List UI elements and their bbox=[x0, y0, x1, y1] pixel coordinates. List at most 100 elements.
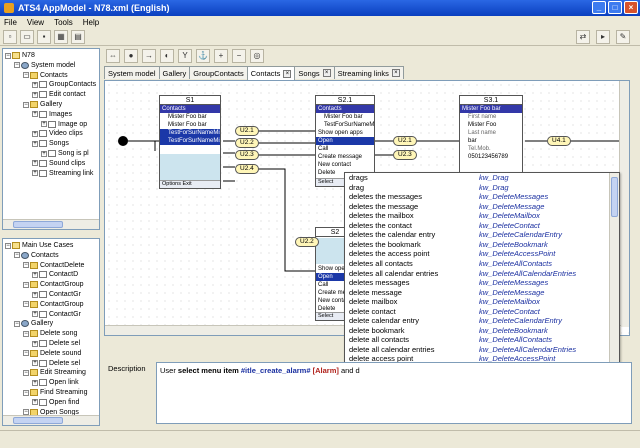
model-tree-hscroll[interactable] bbox=[3, 219, 99, 229]
transition-label[interactable]: U4.1 bbox=[547, 136, 571, 146]
expand-icon[interactable]: + bbox=[32, 130, 38, 137]
usecase_tree-item[interactable]: + Delete sel bbox=[32, 339, 80, 348]
transition-tool-icon[interactable]: → bbox=[142, 49, 156, 63]
autocomplete-item[interactable]: delete message kw_DeleteMessage bbox=[345, 288, 611, 298]
tab-close-icon[interactable]: × bbox=[322, 69, 331, 77]
zoom-out-icon[interactable]: − bbox=[232, 49, 246, 63]
usecase-tree-hscroll[interactable] bbox=[3, 415, 99, 425]
expand-icon[interactable]: − bbox=[23, 301, 29, 308]
expand-icon[interactable]: + bbox=[32, 271, 38, 278]
usecase_tree-item[interactable]: − Edit Streaming bbox=[23, 368, 86, 377]
expand-icon[interactable]: + bbox=[41, 121, 47, 128]
model_tree-item[interactable]: + GroupContacts bbox=[32, 80, 96, 89]
usecase_tree-item[interactable]: + ContactGr bbox=[32, 290, 81, 299]
model_tree-item[interactable]: − System model bbox=[14, 61, 75, 70]
model_tree-item[interactable]: + Edit contact bbox=[32, 90, 86, 99]
usecase_tree-item[interactable]: − ContactGroup bbox=[23, 280, 84, 289]
transition-label[interactable]: U2.1 bbox=[393, 136, 417, 146]
new-file-icon[interactable]: ▫ bbox=[3, 29, 17, 44]
tab-system-model[interactable]: System model bbox=[104, 66, 160, 79]
usecase_tree-item[interactable]: + Delete sel bbox=[32, 359, 80, 368]
transition-label[interactable]: U2.3 bbox=[235, 150, 259, 160]
expand-icon[interactable]: + bbox=[32, 340, 38, 347]
expand-icon[interactable]: − bbox=[23, 350, 29, 357]
zoom-in-icon[interactable]: + bbox=[214, 49, 228, 63]
expand-icon[interactable]: − bbox=[23, 330, 29, 337]
model_tree-item[interactable]: + Song is pl bbox=[41, 149, 89, 158]
save-icon[interactable]: ▪ bbox=[37, 29, 51, 44]
menu-tools[interactable]: Tools bbox=[54, 18, 73, 27]
expand-icon[interactable]: − bbox=[23, 262, 29, 269]
expand-icon[interactable]: + bbox=[32, 160, 38, 167]
expand-icon[interactable]: − bbox=[23, 72, 29, 79]
expand-icon[interactable]: − bbox=[14, 252, 20, 259]
expand-icon[interactable]: − bbox=[23, 101, 29, 108]
state-s3-1[interactable]: S3.1 Mister Foo bar First name Mister Fo… bbox=[459, 95, 523, 173]
tab-group-contacts[interactable]: GroupContacts bbox=[189, 66, 248, 79]
maximize-button[interactable]: □ bbox=[608, 1, 622, 14]
usecase_tree-item[interactable]: − ContactGroup bbox=[23, 300, 84, 309]
autocomplete-list[interactable]: drags kw_Drag drag kw_Drag deletes the messa… bbox=[344, 172, 620, 364]
transition-label[interactable]: U2.2 bbox=[295, 237, 319, 247]
expand-icon[interactable]: + bbox=[41, 150, 47, 157]
autocomplete-item[interactable]: delete bookmark kw_DeleteBookmark bbox=[345, 326, 611, 336]
export-icon[interactable]: ▦ bbox=[54, 29, 68, 44]
autocomplete-item[interactable]: deletes the calendar entry kw_DeleteCalen… bbox=[345, 230, 611, 240]
model_tree-item[interactable]: + Image op bbox=[41, 120, 87, 129]
tab-streaming-links[interactable]: Streaming links × bbox=[333, 66, 404, 79]
autocomplete-item[interactable]: deletes the message kw_DeleteMessage bbox=[345, 202, 611, 212]
autocomplete-item[interactable]: delete calendar entry kw_DeleteCalendarEn… bbox=[345, 316, 611, 326]
expand-icon[interactable]: − bbox=[23, 369, 29, 376]
minimize-button[interactable]: _ bbox=[592, 1, 606, 14]
description-input[interactable]: User select menu item #itle_create_alarm… bbox=[156, 362, 632, 424]
usecase_tree-item[interactable]: + Open find bbox=[32, 398, 79, 407]
transition-label[interactable]: U2.4 bbox=[235, 164, 259, 174]
run-icon[interactable]: ▸ bbox=[596, 30, 610, 44]
model_tree-item[interactable]: + Sound clips bbox=[32, 159, 85, 168]
zoom-fit-icon[interactable]: ◎ bbox=[250, 49, 264, 63]
usecase_tree-item[interactable]: − Delete song bbox=[23, 329, 77, 338]
model_tree-item[interactable]: + Streaming link bbox=[32, 169, 93, 178]
tools-icon[interactable]: ✎ bbox=[616, 30, 630, 44]
expand-icon[interactable]: + bbox=[32, 91, 38, 98]
expand-icon[interactable]: − bbox=[14, 320, 20, 327]
expand-icon[interactable]: + bbox=[32, 81, 38, 88]
transition-label[interactable]: U2.1 bbox=[235, 126, 259, 136]
select-tool-icon[interactable]: ⇔ bbox=[106, 49, 120, 63]
autocomplete-item[interactable]: deletes messages kw_DeleteMessages bbox=[345, 278, 611, 288]
usecase_tree-item[interactable]: − Contacts bbox=[14, 251, 59, 260]
sync-icon[interactable]: ⇄ bbox=[576, 30, 590, 44]
autocomplete-item[interactable]: delete all calendar entries kw_DeleteAllC… bbox=[345, 345, 611, 355]
autocomplete-item[interactable]: drags kw_Drag bbox=[345, 173, 611, 183]
anchor-icon[interactable]: ⚓ bbox=[196, 49, 210, 63]
model_tree-item[interactable]: + Songs bbox=[32, 139, 69, 148]
usecase_tree-item[interactable]: − Gallery bbox=[14, 319, 53, 328]
expand-icon[interactable]: + bbox=[32, 311, 38, 318]
menu-help[interactable]: Help bbox=[83, 18, 99, 27]
autocomplete-item[interactable]: deletes the mailbox kw_DeleteMailbox bbox=[345, 211, 611, 221]
expand-icon[interactable]: + bbox=[32, 140, 38, 147]
state-tool-icon[interactable]: ● bbox=[124, 49, 138, 63]
usecase_tree-root[interactable]: − Main Use Cases bbox=[5, 241, 73, 250]
close-button[interactable]: × bbox=[624, 1, 638, 14]
autocomplete-item[interactable]: deletes the messages kw_DeleteMessages bbox=[345, 192, 611, 202]
tab-contacts[interactable]: Contacts × bbox=[246, 66, 296, 80]
transition-label[interactable]: U2.3 bbox=[393, 150, 417, 160]
usecase_tree-item[interactable]: − Find Streaming bbox=[23, 388, 87, 397]
usecase_tree-item[interactable]: + ContactGr bbox=[32, 310, 81, 319]
expand-icon[interactable]: − bbox=[23, 389, 29, 396]
usecase_tree-item[interactable]: − ContactDelete bbox=[23, 261, 84, 270]
model_tree-item[interactable]: + Video clips bbox=[32, 129, 83, 138]
expand-icon[interactable]: + bbox=[32, 379, 38, 386]
expand-icon[interactable]: + bbox=[32, 111, 38, 118]
autocomplete-item[interactable]: deletes the bookmark kw_DeleteBookmark bbox=[345, 240, 611, 250]
tab-gallery[interactable]: Gallery bbox=[158, 66, 191, 79]
expand-icon[interactable]: + bbox=[32, 360, 38, 367]
settings-icon[interactable]: ▤ bbox=[71, 29, 85, 44]
autocomplete-item[interactable]: delete all contacts kw_DeleteAllContacts bbox=[345, 335, 611, 345]
pointer-tool-icon[interactable]: ◐ bbox=[160, 49, 174, 63]
menu-view[interactable]: View bbox=[27, 18, 44, 27]
expand-icon[interactable]: − bbox=[14, 62, 20, 69]
autocomplete-item[interactable]: delete mailbox kw_DeleteMailbox bbox=[345, 297, 611, 307]
collapse-icon[interactable]: − bbox=[5, 52, 11, 59]
